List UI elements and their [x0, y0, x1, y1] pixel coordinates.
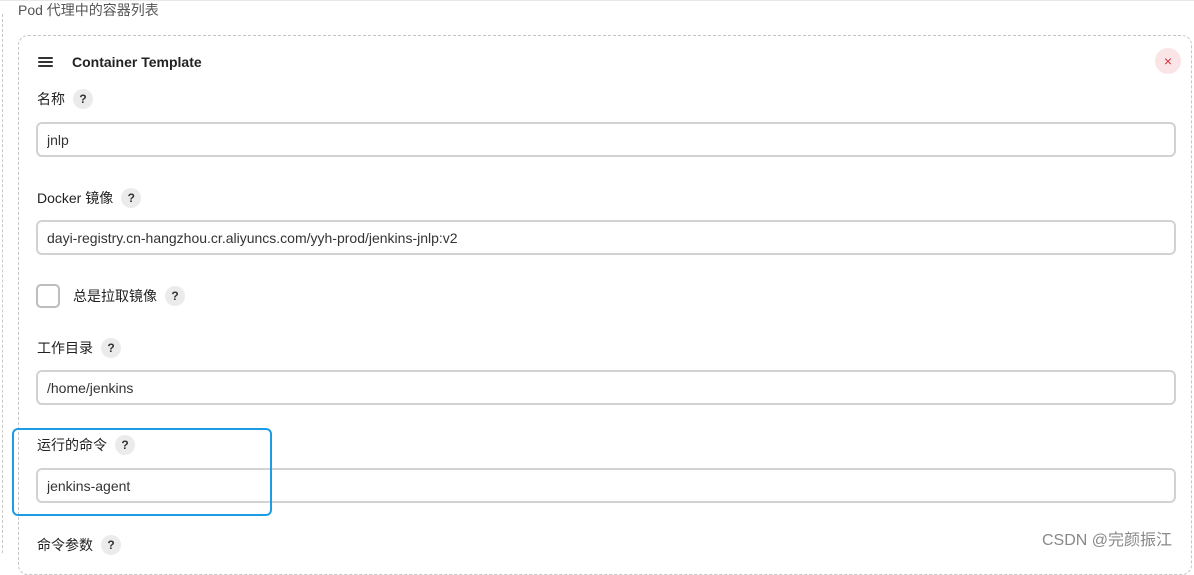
- name-label-row: 名称 ?: [37, 88, 93, 110]
- close-icon: ×: [1163, 53, 1173, 69]
- docker-image-label: Docker 镜像: [37, 190, 114, 206]
- args-label: 命令参数: [37, 537, 93, 553]
- always-pull-row: 总是拉取镜像 ?: [36, 284, 185, 308]
- docker-image-input[interactable]: [36, 220, 1176, 255]
- drag-handle-icon[interactable]: [38, 56, 53, 68]
- outer-dashed-border: [2, 14, 3, 553]
- docker-image-label-row: Docker 镜像 ?: [37, 187, 142, 209]
- name-input[interactable]: [36, 122, 1176, 157]
- panel-header: Container Template: [38, 52, 202, 72]
- working-dir-help-icon[interactable]: ?: [101, 338, 121, 358]
- args-help-icon[interactable]: ?: [101, 535, 121, 555]
- highlight-box: [12, 428, 272, 516]
- working-dir-input[interactable]: [36, 370, 1176, 405]
- always-pull-help-icon[interactable]: ?: [165, 286, 185, 306]
- working-dir-label-row: 工作目录 ?: [37, 337, 121, 359]
- docker-image-help-icon[interactable]: ?: [121, 188, 142, 208]
- always-pull-checkbox[interactable]: [36, 284, 60, 308]
- delete-container-button[interactable]: ×: [1155, 48, 1181, 74]
- always-pull-label: 总是拉取镜像: [73, 288, 157, 304]
- section-title: Pod 代理中的容器列表: [18, 2, 159, 18]
- name-label: 名称: [37, 91, 65, 107]
- name-help-icon[interactable]: ?: [73, 89, 93, 109]
- panel-title: Container Template: [72, 54, 202, 70]
- top-divider: [0, 0, 1194, 1]
- working-dir-label: 工作目录: [37, 340, 93, 356]
- watermark: CSDN @完颜振江: [1042, 532, 1173, 549]
